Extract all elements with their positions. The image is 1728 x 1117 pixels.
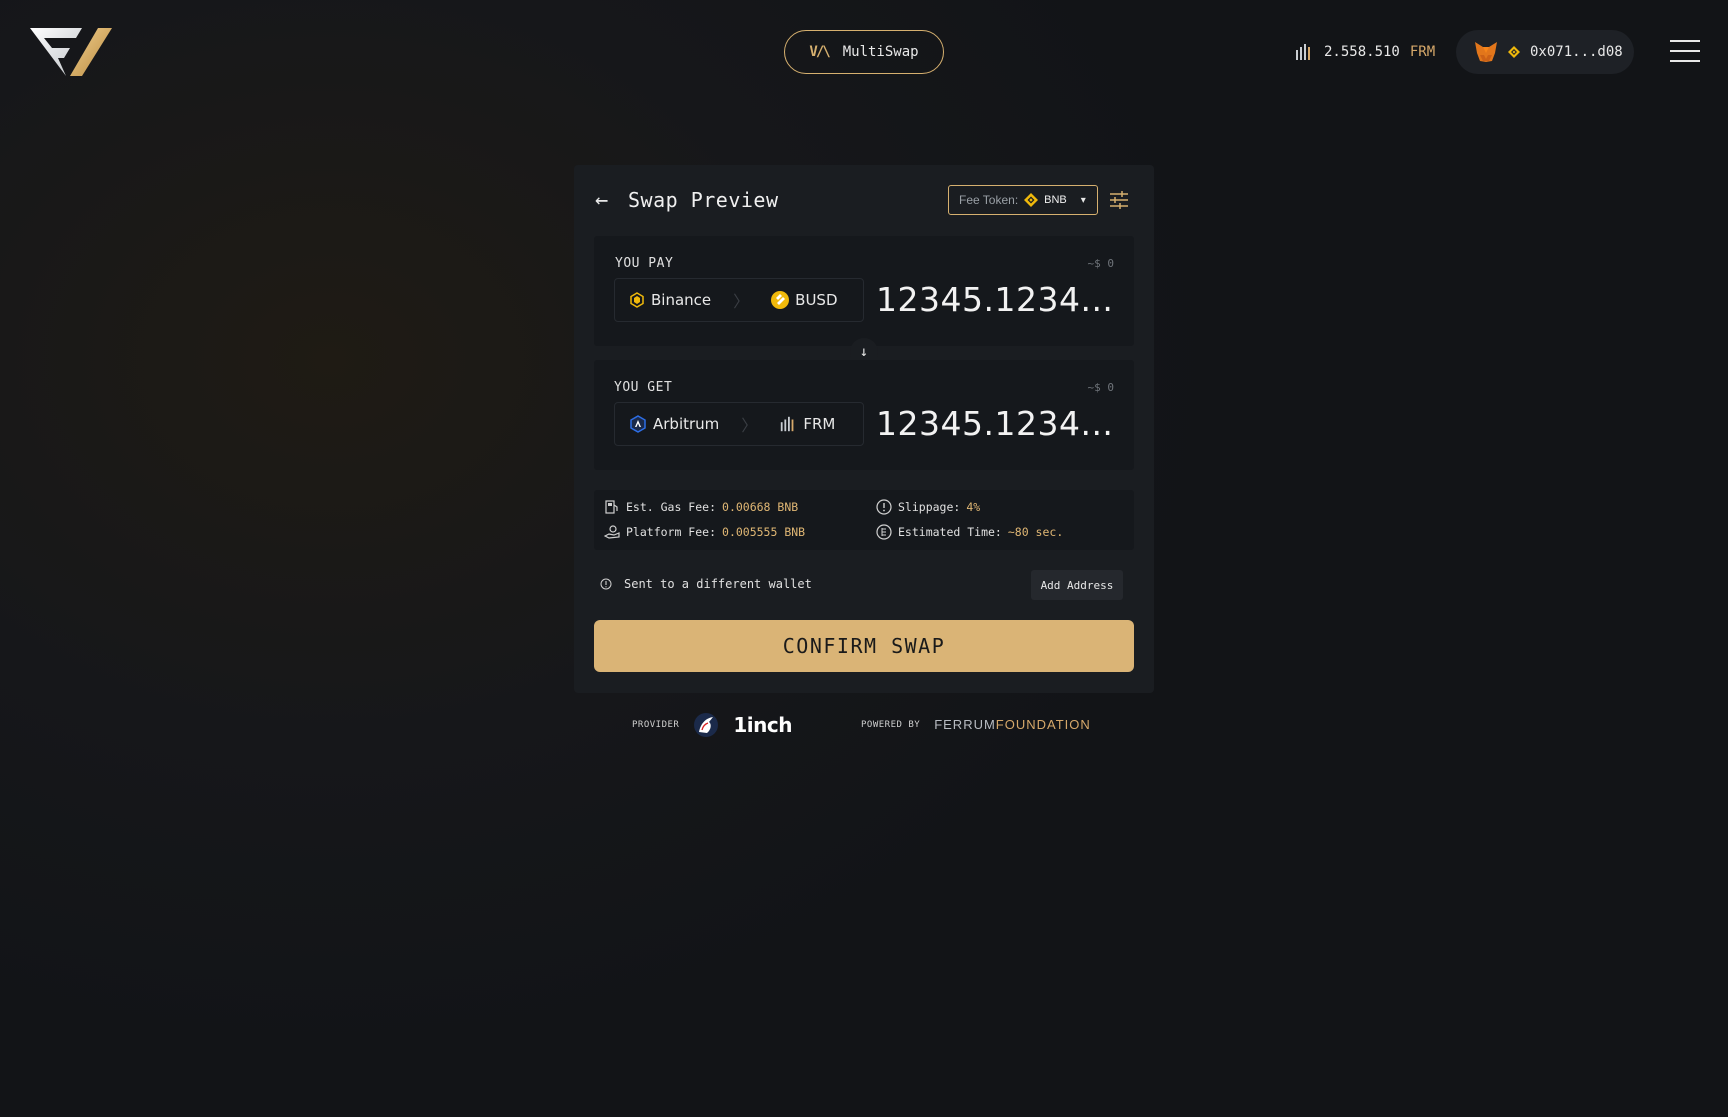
separator-icon: 〉: [741, 416, 758, 435]
frm-balance: 2.558.510 FRM: [1294, 38, 1435, 66]
pay-network: Binance: [651, 291, 712, 309]
fee-summary: Est. Gas Fee: 0.00668 BNB Platform Fee: …: [594, 490, 1134, 550]
alert-circle-icon: [876, 499, 892, 515]
wallet-button[interactable]: 0x071...d08: [1456, 30, 1634, 74]
you-get-panel: YOU GET ~$ 0 Arbitrum 〉 FRM 12345.1234..…: [594, 360, 1134, 470]
gas-fee-label: Est. Gas Fee:: [626, 500, 717, 514]
busd-icon: [771, 291, 790, 309]
ferrum-foundation-logo: FERRUMFOUNDATION: [934, 717, 1091, 732]
balance-token: FRM: [1409, 44, 1436, 60]
add-address-button[interactable]: Add Address: [1031, 570, 1123, 600]
gas-fee-row: Est. Gas Fee: 0.00668 BNB: [604, 499, 798, 515]
powered-name-a: FERRUM: [934, 717, 996, 732]
different-wallet-row: Sent to a different wallet: [600, 577, 812, 591]
you-pay-panel: YOU PAY ~$ 0 Binance 〉 BUSD 12345.1234..…: [594, 236, 1134, 346]
coin-hand-icon: [604, 525, 620, 539]
you-pay-label: YOU PAY: [615, 256, 674, 271]
gas-fee-value: 0.00668 BNB: [722, 500, 799, 514]
settings-sliders-icon[interactable]: [1108, 190, 1130, 210]
get-token-selector[interactable]: Arbitrum 〉 FRM: [614, 402, 864, 446]
get-network: Arbitrum: [653, 415, 720, 433]
you-get-label: YOU GET: [614, 380, 673, 395]
frm-token-icon: [781, 416, 794, 432]
fee-token-label: Fee Token:: [959, 193, 1019, 207]
fee-token-select[interactable]: Fee Token: BNB ▾: [948, 185, 1098, 215]
binance-icon: [630, 292, 644, 308]
platform-fee-row: Platform Fee: 0.005555 BNB: [604, 524, 805, 540]
get-token: FRM: [803, 415, 836, 433]
menu-icon[interactable]: [1670, 40, 1700, 64]
arbitrum-icon: [630, 415, 646, 433]
platform-fee-value: 0.005555 BNB: [722, 525, 806, 539]
slippage-value: 4%: [966, 500, 981, 514]
multiswap-icon: V/\: [809, 44, 830, 60]
slippage-row: Slippage: 4%: [876, 499, 980, 515]
powered-by-credit: POWERED BY FERRUMFOUNDATION: [861, 717, 1091, 732]
slippage-label: Slippage:: [898, 500, 961, 514]
platform-fee-label: Platform Fee:: [626, 525, 717, 539]
estimated-time-value: ~80 sec.: [1007, 525, 1064, 539]
info-icon: [600, 578, 612, 590]
wallet-address: 0x071...d08: [1530, 44, 1623, 60]
provider-credit: PROVIDER 1inch: [632, 712, 792, 738]
metamask-fox-icon: [1475, 42, 1497, 62]
bnb-icon: [1024, 193, 1039, 207]
you-get-usd: ~$ 0: [1087, 381, 1115, 394]
different-wallet-label: Sent to a different wallet: [624, 577, 812, 591]
pay-token-selector[interactable]: Binance 〉 BUSD: [614, 278, 864, 322]
page-title: Swap Preview: [628, 188, 779, 212]
balance-amount: 2.558.510: [1324, 44, 1400, 60]
back-arrow-icon[interactable]: ←: [595, 188, 608, 213]
fee-token-value: BNB: [1044, 194, 1067, 206]
brand-logo[interactable]: [30, 26, 112, 78]
multiswap-button[interactable]: V/\ MultiSwap: [784, 30, 944, 74]
separator-icon: 〉: [733, 292, 750, 311]
powered-by-label: POWERED BY: [861, 719, 921, 730]
chevron-down-icon: ▾: [1080, 194, 1086, 206]
get-amount[interactable]: 12345.1234...: [876, 404, 1113, 443]
frm-token-icon: [1296, 44, 1310, 60]
provider-name: 1inch: [733, 713, 792, 737]
multiswap-label: MultiSwap: [842, 44, 919, 60]
bnb-chain-icon: [1508, 46, 1520, 58]
estimated-time-label: Estimated Time:: [898, 525, 1002, 539]
powered-name-b: FOUNDATION: [995, 717, 1091, 732]
estimated-time-row: Estimated Time: ~80 sec.: [876, 524, 1063, 540]
gas-pump-icon: [605, 500, 618, 514]
pay-token: BUSD: [795, 291, 838, 309]
you-pay-usd: ~$ 0: [1087, 257, 1115, 270]
provider-label: PROVIDER: [632, 720, 680, 730]
1inch-unicorn-logo: [694, 713, 719, 737]
pay-amount[interactable]: 12345.1234...: [876, 280, 1113, 319]
confirm-swap-button[interactable]: CONFIRM SWAP: [594, 620, 1134, 672]
clock-coin-icon: [876, 524, 892, 540]
